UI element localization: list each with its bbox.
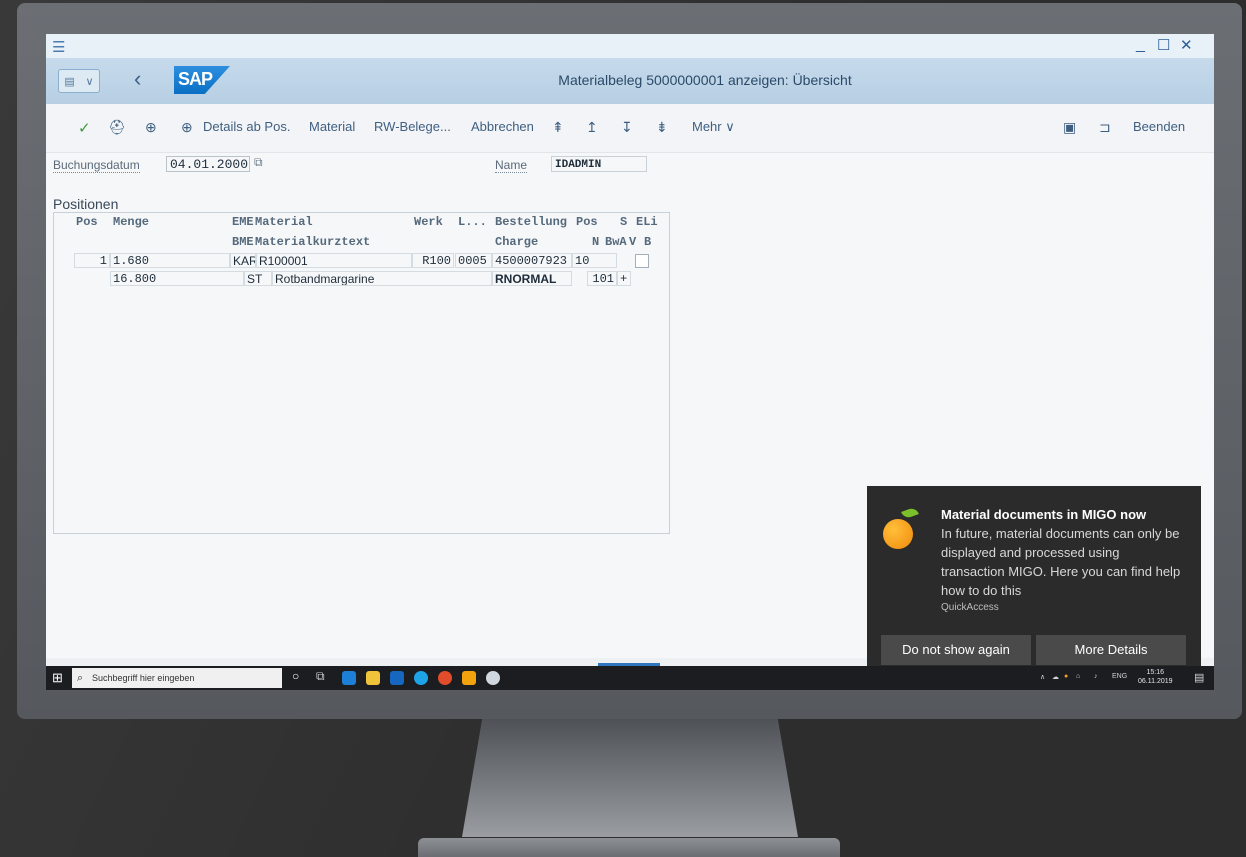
cortana-icon[interactable]: ○ <box>292 669 299 683</box>
quickaccess-tray-icon[interactable]: ● <box>1064 673 1068 680</box>
rw-belege-button[interactable]: RW-Belege... <box>374 119 451 134</box>
edge-icon[interactable] <box>342 671 356 685</box>
skype-icon[interactable] <box>414 671 428 685</box>
notification-title: Material documents in MIGO now <box>941 507 1147 522</box>
row1-bestellung[interactable]: 4500007923 <box>492 253 572 268</box>
windows-start-icon[interactable]: ⊞ <box>52 670 63 686</box>
notification-center-icon[interactable]: ▤ <box>1194 671 1204 684</box>
window-top-strip: ☰ _ ☐ ✕ <box>46 34 1214 58</box>
col-eme: EME <box>232 215 254 229</box>
row2-kurztext[interactable]: Rotbandmargarine <box>272 271 492 286</box>
next-page-icon[interactable]: ↧ <box>621 119 633 136</box>
col-v: V <box>629 235 637 249</box>
search-icon: ⌕ <box>77 672 84 684</box>
row2-bwa[interactable]: 101 <box>587 271 617 286</box>
hat-icon[interactable]: ⛑ <box>108 119 126 136</box>
maximize-icon[interactable]: ☐ <box>1157 36 1170 54</box>
col-bestpos: Pos <box>576 215 598 229</box>
do-not-show-again-button[interactable]: Do not show again <box>881 635 1031 665</box>
row2-charge[interactable]: RNORMAL <box>492 271 572 286</box>
orange-icon <box>883 519 913 549</box>
details-ab-pos-button[interactable]: Details ab Pos. <box>203 119 290 134</box>
row1-material[interactable]: R100001 <box>256 253 412 268</box>
positions-table: Pos Menge EME Material Werk L... Bestell… <box>53 212 670 534</box>
positions-title: Positionen <box>53 196 119 212</box>
taskbar-clock[interactable]: 15:16 06.11.2019 <box>1138 668 1173 686</box>
posting-date-label: Buchungsdatum <box>53 158 140 173</box>
col-charge: Charge <box>495 235 539 249</box>
notification-body: In future, material documents can only b… <box>941 526 1181 598</box>
chrome-icon[interactable] <box>438 671 452 685</box>
col-bestellung: Bestellung <box>495 215 568 229</box>
shell-header: ▤ ∨ ‹ SAP Materialbeleg 5000000001 anzei… <box>46 58 1214 104</box>
outlook-icon[interactable] <box>390 671 404 685</box>
row2-sign[interactable]: + <box>617 271 631 286</box>
row1-bestpos[interactable]: 10 <box>572 253 617 268</box>
previous-page-icon[interactable]: ↥ <box>586 119 598 136</box>
material-button[interactable]: Material <box>309 119 355 134</box>
row1-eme[interactable]: KAR <box>230 253 256 268</box>
network-icon[interactable]: ⌂ <box>1076 673 1080 680</box>
col-werk: Werk <box>414 215 443 229</box>
monitor-stand <box>462 719 798 837</box>
col-materialkurztext: Materialkurztext <box>255 235 371 249</box>
zoom-icon[interactable]: ⊕ <box>145 119 157 136</box>
task-view-icon[interactable]: ⧉ <box>316 669 325 684</box>
col-b: B <box>644 235 652 249</box>
row1-menge[interactable]: 1.680 <box>110 253 230 268</box>
col-material: Material <box>255 215 313 229</box>
file-explorer-icon[interactable] <box>366 671 380 685</box>
language-indicator[interactable]: ENG <box>1112 673 1127 680</box>
page-title: Materialbeleg 5000000001 anzeigen: Übers… <box>558 72 852 88</box>
row1-lagerort[interactable]: 0005 <box>455 253 492 268</box>
more-details-button[interactable]: More Details <box>1036 635 1186 665</box>
col-bwa: BwA <box>605 235 627 249</box>
col-bme: BME <box>232 235 254 249</box>
taskbar-search-box[interactable]: ⌕ Suchbegriff hier eingeben <box>72 668 282 688</box>
close-icon[interactable]: ✕ <box>1180 36 1193 54</box>
notification-source: QuickAccess <box>941 602 999 613</box>
beenden-button[interactable]: Beenden <box>1133 119 1185 134</box>
col-n: N <box>592 235 600 249</box>
notification-toast: Material documents in MIGO now In future… <box>867 486 1201 666</box>
abbrechen-button[interactable]: Abbrechen <box>471 119 534 134</box>
row1-werk[interactable]: R100 <box>412 253 454 268</box>
col-s: S <box>620 215 628 229</box>
copy-icon[interactable]: ⧉ <box>254 155 263 170</box>
posting-date-field[interactable]: 04.01.2000 <box>166 156 250 172</box>
hamburger-icon[interactable]: ☰ <box>52 38 65 56</box>
k-app-icon[interactable] <box>462 671 476 685</box>
clock-time: 15:16 <box>1146 669 1165 676</box>
last-page-icon[interactable]: ⇟ <box>656 119 668 136</box>
minimize-icon[interactable]: _ <box>1136 36 1145 54</box>
clock-date: 06.11.2019 <box>1138 678 1173 685</box>
customize-icon[interactable]: ▣ <box>1063 119 1076 136</box>
volume-icon[interactable]: ♪ <box>1094 673 1098 680</box>
exit-icon[interactable]: ⊐ <box>1099 119 1111 136</box>
name-label: Name <box>495 158 528 173</box>
row2-menge[interactable]: 16.800 <box>110 271 244 286</box>
row1-eli-checkbox[interactable] <box>635 254 649 268</box>
col-pos: Pos <box>76 215 98 229</box>
search-placeholder: Suchbegriff hier eingeben <box>92 673 195 683</box>
monitor-base <box>418 838 840 857</box>
tray-expand-icon[interactable]: ∧ <box>1040 673 1045 681</box>
check-icon[interactable]: ✓ <box>78 119 91 137</box>
col-lagerort: L... <box>458 215 487 229</box>
leaf-icon <box>901 506 919 520</box>
mehr-button[interactable]: Mehr ∨ <box>692 119 735 135</box>
row2-bme[interactable]: ST <box>244 271 272 286</box>
sap-logon-icon[interactable] <box>486 671 500 685</box>
application-toolbar: ✓ ⛑ ⊕ ⊕ Details ab Pos. Material RW-Bele… <box>46 104 1214 153</box>
col-eli: ELi <box>636 215 658 229</box>
col-menge: Menge <box>113 215 150 229</box>
row1-pos[interactable]: 1 <box>74 253 110 268</box>
details-zoom-icon: ⊕ <box>181 119 193 135</box>
name-field[interactable]: IDADMIN <box>551 156 647 172</box>
onedrive-icon[interactable]: ☁ <box>1052 673 1059 681</box>
first-page-icon[interactable]: ⇞ <box>552 119 564 136</box>
windows-taskbar: ⊞ ⌕ Suchbegriff hier eingeben ○ ⧉ ∧ ☁ ● … <box>46 666 1214 690</box>
